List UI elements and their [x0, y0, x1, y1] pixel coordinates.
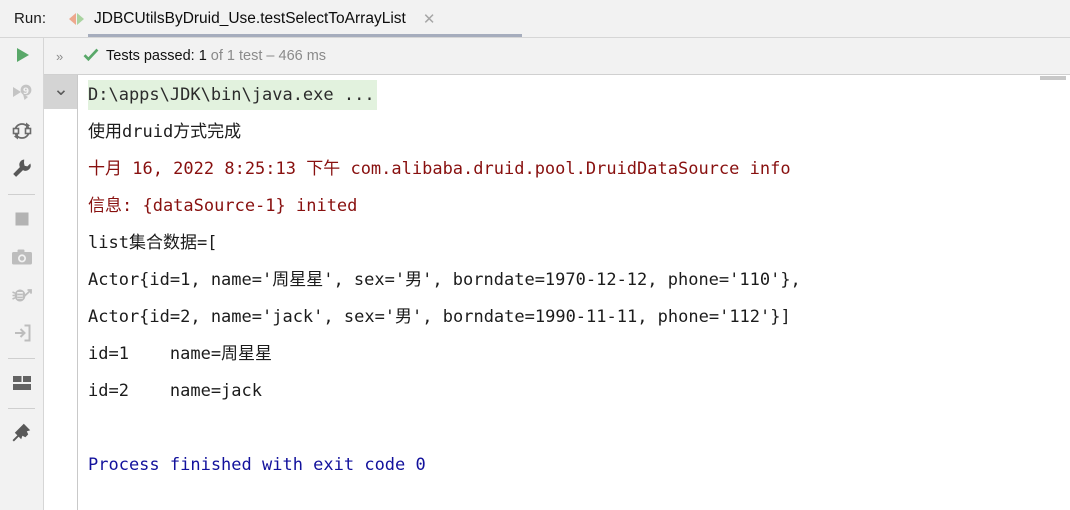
tests-passed-detail: of 1 test – 466 ms [206, 48, 327, 64]
layout-button[interactable] [0, 366, 43, 404]
sidebar-divider-2 [8, 358, 35, 359]
tab-title: JDBCUtilsByDruid_Use.testSelectToArrayLi… [94, 10, 406, 27]
console-gutter [44, 75, 88, 510]
console-line: 使用druid方式完成 [88, 122, 242, 142]
debug-button[interactable] [0, 278, 43, 316]
tests-passed-count: 1 [198, 48, 207, 64]
test-status-text: Tests passed: 1 of 1 test – 466 ms [106, 48, 326, 64]
run-tool-window-label: Run: [14, 10, 47, 27]
close-icon[interactable]: ✕ [423, 12, 436, 27]
chevron-down-icon: ⌄ [53, 78, 69, 100]
test-settings-button[interactable] [0, 152, 43, 190]
console-line: Process finished with exit code 0 [88, 455, 426, 475]
stop-square-icon [13, 210, 31, 233]
console-line: id=2 name=jack [88, 381, 262, 401]
console-line: list集合数据=[ [88, 233, 218, 253]
debug-bug-icon [11, 285, 33, 310]
console-line-row: D:\apps\JDK\bin\java.exe ... [88, 77, 1070, 114]
rerun-button[interactable] [0, 38, 43, 76]
rerun-nine-icon: 9 [11, 83, 33, 108]
junit-test-icon [68, 10, 86, 28]
import-tests-button[interactable] [0, 316, 43, 354]
toggle-auto-test-button[interactable] [0, 114, 43, 152]
console-line: D:\apps\JDK\bin\java.exe ... [88, 80, 377, 110]
test-status-bar: » Tests passed: 1 of 1 test – 466 ms [44, 38, 1070, 75]
sidebar-divider-1 [8, 194, 35, 195]
run-tool-window-tab-bar: Run: JDBCUtilsByDruid_Use.testSelectToAr… [0, 0, 1070, 38]
sidebar-divider-3 [8, 408, 35, 409]
collapse-output-icon[interactable]: ⌄ [44, 75, 78, 109]
green-check-icon [82, 46, 100, 64]
console-line: 信息: {dataSource-1} inited [88, 196, 358, 216]
console-line: 十月 16, 2022 8:25:13 下午 com.alibaba.druid… [88, 159, 791, 179]
wrench-icon [11, 158, 32, 184]
pin-tab-button[interactable] [0, 416, 43, 454]
console-scrollbar-thumb[interactable] [1040, 76, 1066, 80]
console-line: id=1 name=周星星 [88, 344, 273, 364]
camera-icon [11, 248, 33, 271]
console-line: Actor{id=1, name='周星星', sex='男', borndat… [88, 270, 801, 290]
export-snapshot-button[interactable] [0, 240, 43, 278]
import-arrow-icon [12, 323, 32, 348]
console-output[interactable]: D:\apps\JDK\bin\java.exe ... 使用druid方式完成十… [88, 77, 1070, 510]
tab-jdbcutilsbydruid-use-testselecttoarraylist[interactable]: JDBCUtilsByDruid_Use.testSelectToArrayLi… [68, 0, 435, 38]
stop-button[interactable] [0, 202, 43, 240]
run-tool-window-sidebar: 9 [0, 38, 44, 510]
green-play-icon [12, 45, 32, 70]
console-line: Actor{id=2, name='jack', sex='男', bornda… [88, 307, 791, 327]
tests-passed-prefix: Tests passed: [106, 48, 199, 64]
expand-output-icon[interactable]: » [56, 49, 63, 64]
split-layout-icon [12, 375, 32, 396]
gutter-divider [77, 75, 78, 510]
rerun-loop-icon [11, 120, 33, 147]
pin-icon [11, 422, 32, 448]
rerun-failed-tests-button[interactable]: 9 [0, 76, 43, 114]
